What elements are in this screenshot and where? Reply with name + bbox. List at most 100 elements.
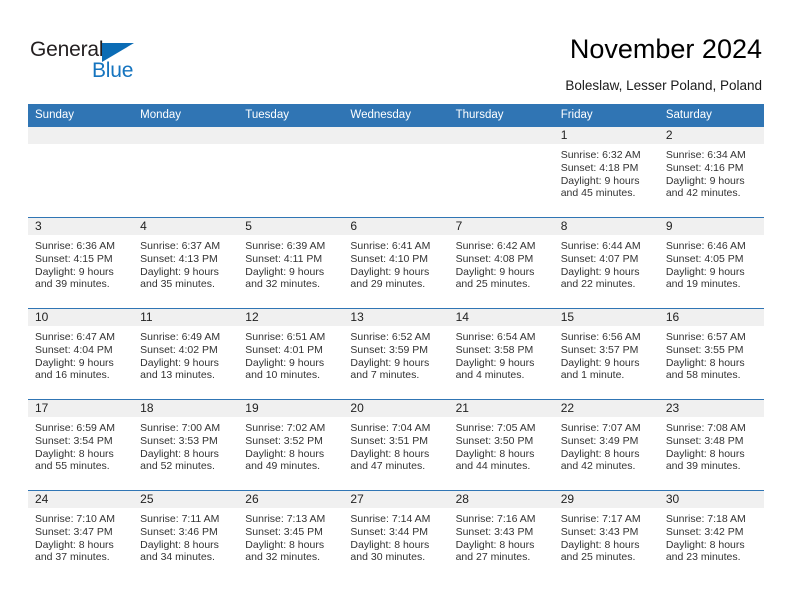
day-cell[interactable]: 4 Sunrise: 6:37 AM Sunset: 4:13 PM Dayli…: [133, 218, 239, 309]
day-cell[interactable]: 23 Sunrise: 7:08 AM Sunset: 3:48 PM Dayl…: [658, 400, 764, 491]
day-cell[interactable]: 2 Sunrise: 6:34 AM Sunset: 4:16 PM Dayli…: [658, 127, 764, 218]
daylight-text-line1: Daylight: 9 hours: [560, 265, 640, 278]
sunrise-text: Sunrise: 6:44 AM: [560, 240, 641, 252]
day-cell[interactable]: 26 Sunrise: 7:13 AM Sunset: 3:45 PM Dayl…: [238, 491, 344, 582]
day-number: 14: [448, 309, 554, 326]
daylight-text-line2: and 23 minutes.: [665, 551, 741, 564]
day-cell[interactable]: 5 Sunrise: 6:39 AM Sunset: 4:11 PM Dayli…: [238, 218, 344, 309]
day-number: 11: [133, 309, 239, 326]
day-cell[interactable]: 17 Sunrise: 6:59 AM Sunset: 3:54 PM Dayl…: [28, 400, 134, 491]
day-number: 10: [28, 309, 134, 326]
daylight-text-line1: Daylight: 8 hours: [455, 447, 535, 460]
day-number: 13: [343, 309, 449, 326]
day-details: Sunrise: 6:49 AM Sunset: 4:02 PM Dayligh…: [133, 326, 238, 382]
page-header: General Blue November 2024 Boleslaw, Les…: [0, 0, 792, 100]
day-details: [133, 144, 238, 149]
sunset-text: Sunset: 4:15 PM: [35, 252, 113, 265]
day-details: Sunrise: 6:51 AM Sunset: 4:01 PM Dayligh…: [238, 326, 343, 382]
day-cell[interactable]: [28, 127, 134, 218]
day-cell[interactable]: 11 Sunrise: 6:49 AM Sunset: 4:02 PM Dayl…: [133, 309, 239, 400]
sunrise-text: Sunrise: 6:56 AM: [560, 331, 641, 343]
day-cell[interactable]: 3 Sunrise: 6:36 AM Sunset: 4:15 PM Dayli…: [28, 218, 134, 309]
day-cell[interactable]: 13 Sunrise: 6:52 AM Sunset: 3:59 PM Dayl…: [343, 309, 449, 400]
day-cell[interactable]: 19 Sunrise: 7:02 AM Sunset: 3:52 PM Dayl…: [238, 400, 344, 491]
day-cell[interactable]: 25 Sunrise: 7:11 AM Sunset: 3:46 PM Dayl…: [133, 491, 239, 582]
day-cell[interactable]: 16 Sunrise: 6:57 AM Sunset: 3:55 PM Dayl…: [658, 309, 764, 400]
daylight-text-line2: and 44 minutes.: [455, 460, 531, 473]
day-cell[interactable]: 27 Sunrise: 7:14 AM Sunset: 3:44 PM Dayl…: [343, 491, 449, 582]
day-number: 1: [553, 127, 659, 144]
sunrise-text: Sunrise: 6:36 AM: [35, 240, 115, 252]
day-number: 19: [238, 400, 344, 417]
day-number: [448, 127, 554, 144]
day-cell[interactable]: 30 Sunrise: 7:18 AM Sunset: 3:42 PM Dayl…: [658, 491, 764, 582]
day-cell[interactable]: 21 Sunrise: 7:05 AM Sunset: 3:50 PM Dayl…: [448, 400, 554, 491]
sunrise-text: Sunrise: 7:08 AM: [665, 422, 746, 434]
day-details: [449, 144, 554, 149]
daylight-text-line2: and 25 minutes.: [455, 278, 531, 291]
general-blue-logo[interactable]: General Blue: [30, 38, 160, 84]
sunrise-text: Sunrise: 6:37 AM: [140, 240, 221, 252]
sunset-text: Sunset: 3:42 PM: [665, 525, 744, 538]
day-cell[interactable]: [448, 127, 554, 218]
day-details: [238, 144, 343, 149]
day-details: Sunrise: 6:34 AM Sunset: 4:16 PM Dayligh…: [659, 144, 764, 200]
day-cell[interactable]: 14 Sunrise: 6:54 AM Sunset: 3:58 PM Dayl…: [448, 309, 554, 400]
day-cell[interactable]: 22 Sunrise: 7:07 AM Sunset: 3:49 PM Dayl…: [553, 400, 659, 491]
sunrise-text: Sunrise: 6:39 AM: [245, 240, 326, 252]
day-details: Sunrise: 6:42 AM Sunset: 4:08 PM Dayligh…: [449, 235, 554, 291]
week-row: 10 Sunrise: 6:47 AM Sunset: 4:04 PM Dayl…: [28, 308, 764, 400]
daylight-text-line1: Daylight: 9 hours: [245, 265, 325, 278]
day-cell[interactable]: 6 Sunrise: 6:41 AM Sunset: 4:10 PM Dayli…: [343, 218, 449, 309]
day-cell[interactable]: [133, 127, 239, 218]
sunrise-text: Sunrise: 6:41 AM: [350, 240, 431, 252]
sunset-text: Sunset: 4:01 PM: [245, 343, 323, 356]
day-cell[interactable]: 18 Sunrise: 7:00 AM Sunset: 3:53 PM Dayl…: [133, 400, 239, 491]
day-cell[interactable]: 24 Sunrise: 7:10 AM Sunset: 3:47 PM Dayl…: [28, 491, 134, 582]
day-cell[interactable]: [238, 127, 344, 218]
daylight-text-line1: Daylight: 8 hours: [350, 447, 430, 460]
day-cell[interactable]: 12 Sunrise: 6:51 AM Sunset: 4:01 PM Dayl…: [238, 309, 344, 400]
sunrise-text: Sunrise: 7:00 AM: [140, 422, 221, 434]
sunrise-text: Sunrise: 6:57 AM: [665, 331, 746, 343]
day-cell[interactable]: [343, 127, 449, 218]
daylight-text-line2: and 35 minutes.: [140, 278, 215, 291]
day-details: Sunrise: 7:04 AM Sunset: 3:51 PM Dayligh…: [343, 417, 448, 473]
sunrise-text: Sunrise: 6:51 AM: [245, 331, 326, 343]
sunset-text: Sunset: 3:48 PM: [665, 434, 744, 447]
day-cell[interactable]: 15 Sunrise: 6:56 AM Sunset: 3:57 PM Dayl…: [553, 309, 659, 400]
sunset-text: Sunset: 3:54 PM: [35, 434, 113, 447]
sunset-text: Sunset: 3:49 PM: [560, 434, 639, 447]
day-number: 27: [343, 491, 449, 508]
daylight-text-line1: Daylight: 9 hours: [350, 265, 430, 278]
day-number: 25: [133, 491, 239, 508]
calendar-table: Sunday Monday Tuesday Wednesday Thursday…: [28, 104, 764, 581]
day-cell[interactable]: 1 Sunrise: 6:32 AM Sunset: 4:18 PM Dayli…: [553, 127, 659, 218]
daylight-text-line2: and 55 minutes.: [35, 460, 110, 473]
day-cell[interactable]: 20 Sunrise: 7:04 AM Sunset: 3:51 PM Dayl…: [343, 400, 449, 491]
sunset-text: Sunset: 3:59 PM: [350, 343, 429, 356]
day-details: Sunrise: 7:00 AM Sunset: 3:53 PM Dayligh…: [133, 417, 238, 473]
day-cell[interactable]: 9 Sunrise: 6:46 AM Sunset: 4:05 PM Dayli…: [658, 218, 764, 309]
day-number: 20: [343, 400, 449, 417]
day-cell[interactable]: 8 Sunrise: 6:44 AM Sunset: 4:07 PM Dayli…: [553, 218, 659, 309]
day-cell[interactable]: 10 Sunrise: 6:47 AM Sunset: 4:04 PM Dayl…: [28, 309, 134, 400]
sunrise-text: Sunrise: 7:16 AM: [455, 513, 536, 525]
daylight-text-line2: and 7 minutes.: [350, 369, 420, 382]
daylight-text-line1: Daylight: 9 hours: [140, 265, 219, 278]
day-number: 22: [553, 400, 659, 417]
day-details: Sunrise: 6:44 AM Sunset: 4:07 PM Dayligh…: [554, 235, 659, 291]
sunrise-text: Sunrise: 6:59 AM: [35, 422, 115, 434]
day-cell[interactable]: 29 Sunrise: 7:17 AM Sunset: 3:43 PM Dayl…: [553, 491, 659, 582]
sunrise-text: Sunrise: 6:34 AM: [665, 149, 746, 161]
weekday-header-monday: Monday: [133, 104, 239, 127]
daylight-text-line1: Daylight: 8 hours: [560, 447, 640, 460]
daylight-text-line1: Daylight: 8 hours: [140, 447, 219, 460]
weekday-header-sunday: Sunday: [28, 104, 134, 127]
day-cell[interactable]: 28 Sunrise: 7:16 AM Sunset: 3:43 PM Dayl…: [448, 491, 554, 582]
sunrise-text: Sunrise: 6:49 AM: [140, 331, 221, 343]
day-cell[interactable]: 7 Sunrise: 6:42 AM Sunset: 4:08 PM Dayli…: [448, 218, 554, 309]
daylight-text-line1: Daylight: 9 hours: [245, 356, 325, 369]
sunset-text: Sunset: 4:18 PM: [560, 161, 639, 174]
day-number: 26: [238, 491, 344, 508]
